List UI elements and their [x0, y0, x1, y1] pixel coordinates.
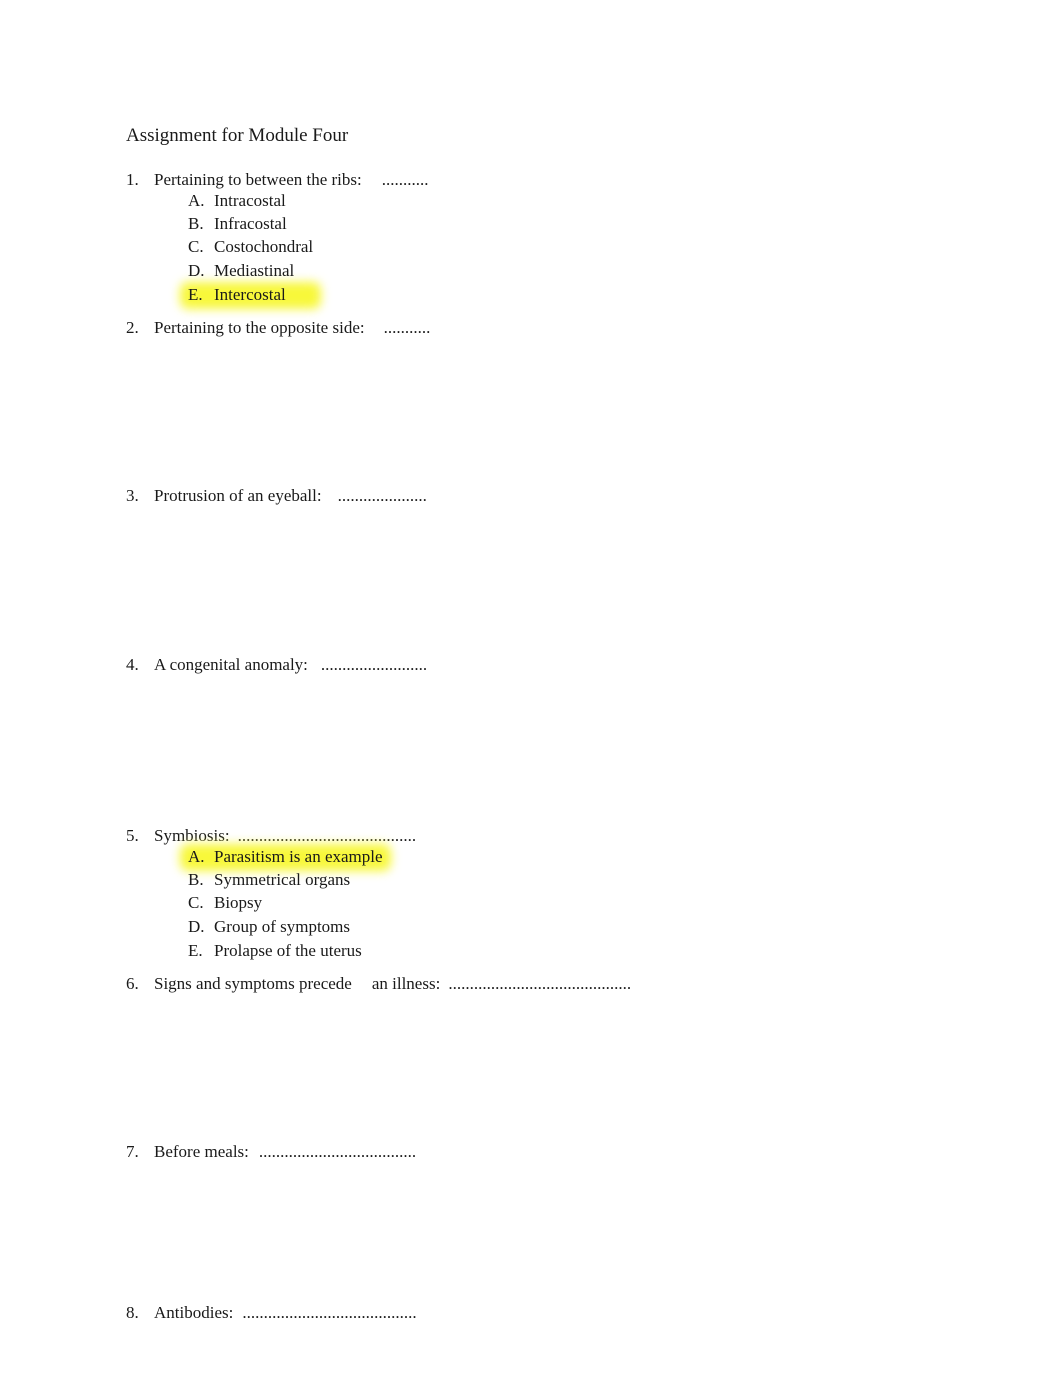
option-b: B. Infracostal: [188, 213, 313, 236]
option-text: Intercostal: [214, 284, 286, 304]
question-text: A congenital anomaly:: [154, 655, 308, 674]
answer-blank: .....................: [337, 486, 427, 505]
option-text: Prolapse of the uterus: [214, 940, 362, 960]
option-text: Symmetrical organs: [214, 870, 351, 890]
option-letter: B.: [188, 870, 204, 890]
question-7: 7. Before meals:.........................…: [126, 1141, 416, 1163]
question-4: 4. A congenital anomaly:.................…: [126, 654, 427, 676]
option-text: Parasitism is an example: [214, 847, 383, 866]
option-e: E. Prolapse of the uterus: [188, 940, 383, 963]
question-number: 1.: [126, 170, 139, 189]
option-letter: E.: [188, 284, 203, 304]
option-text: Costochondral: [214, 237, 314, 257]
question-8: 8. Antibodies:...........................…: [126, 1302, 417, 1324]
option-text: Infracostal: [214, 214, 287, 234]
answer-blank: ...........: [381, 170, 429, 189]
question-number: 3.: [126, 486, 139, 505]
question-number: 8.: [126, 1303, 139, 1322]
document-title: Assignment for Module Four: [126, 125, 349, 146]
option-letter: D.: [188, 260, 205, 280]
answer-blank: .....................................: [258, 1142, 417, 1161]
option-c: C. Costochondral: [188, 236, 313, 259]
answer-blank: ........................................…: [237, 826, 417, 845]
option-text: Biopsy: [214, 893, 263, 913]
option-text: Group of symptoms: [214, 916, 350, 936]
question-text: Antibodies:: [154, 1303, 234, 1322]
option-letter: C.: [188, 237, 204, 257]
option-letter: C.: [188, 893, 204, 913]
option-letter: B.: [188, 214, 204, 234]
question-5-options: A. Parasitism is an example B. Symmetrical…: [188, 846, 383, 963]
question-6: 6. Signs and symptoms precede an illness:.…: [126, 973, 631, 995]
question-text: Pertaining to between the ribs:: [154, 170, 362, 189]
question-text: Before meals:: [154, 1142, 249, 1161]
option-letter: E.: [188, 940, 203, 960]
option-b: B. Symmetrical organs: [188, 869, 383, 892]
option-d: D. Mediastinal: [188, 260, 313, 283]
question-3: 3. Protrusion of an eyeball:.............…: [126, 485, 427, 507]
question-text-continued: an illness:: [371, 974, 441, 993]
option-letter: D.: [188, 916, 205, 936]
question-2: 2. Pertaining to the opposite side:......…: [126, 317, 430, 339]
answer-blank: ........................................…: [242, 1303, 417, 1322]
option-text: Mediastinal: [214, 260, 295, 280]
answer-blank: .........................: [320, 655, 428, 674]
option-letter: A.: [188, 191, 205, 210]
question-1-options: A. Intracostal B. Infracostal C. Costochond…: [188, 190, 313, 307]
question-text: Symbiosis:: [154, 826, 230, 845]
question-number: 4.: [126, 655, 139, 674]
question-number: 2.: [126, 318, 139, 337]
question-number: 7.: [126, 1142, 139, 1161]
option-a: A. Intracostal: [188, 190, 313, 213]
question-number: 5.: [126, 826, 139, 845]
option-a-highlighted: A. Parasitism is an example: [188, 846, 383, 869]
question-text: Signs and symptoms precede: [154, 974, 352, 993]
answer-blank: ........................................…: [448, 974, 632, 993]
answer-blank: ...........: [383, 318, 431, 337]
option-c: C. Biopsy: [188, 892, 383, 915]
option-d: D. Group of symptoms: [188, 916, 383, 939]
option-text: Intracostal: [214, 191, 286, 210]
question-number: 6.: [126, 974, 139, 993]
question-text: Pertaining to the opposite side:: [154, 318, 365, 337]
option-e-highlighted: E. Intercostal: [188, 284, 313, 307]
question-1: 1. Pertaining to between the ribs:.......…: [126, 169, 428, 191]
option-letter: A.: [188, 847, 205, 866]
question-text: Protrusion of an eyeball:: [154, 486, 322, 505]
